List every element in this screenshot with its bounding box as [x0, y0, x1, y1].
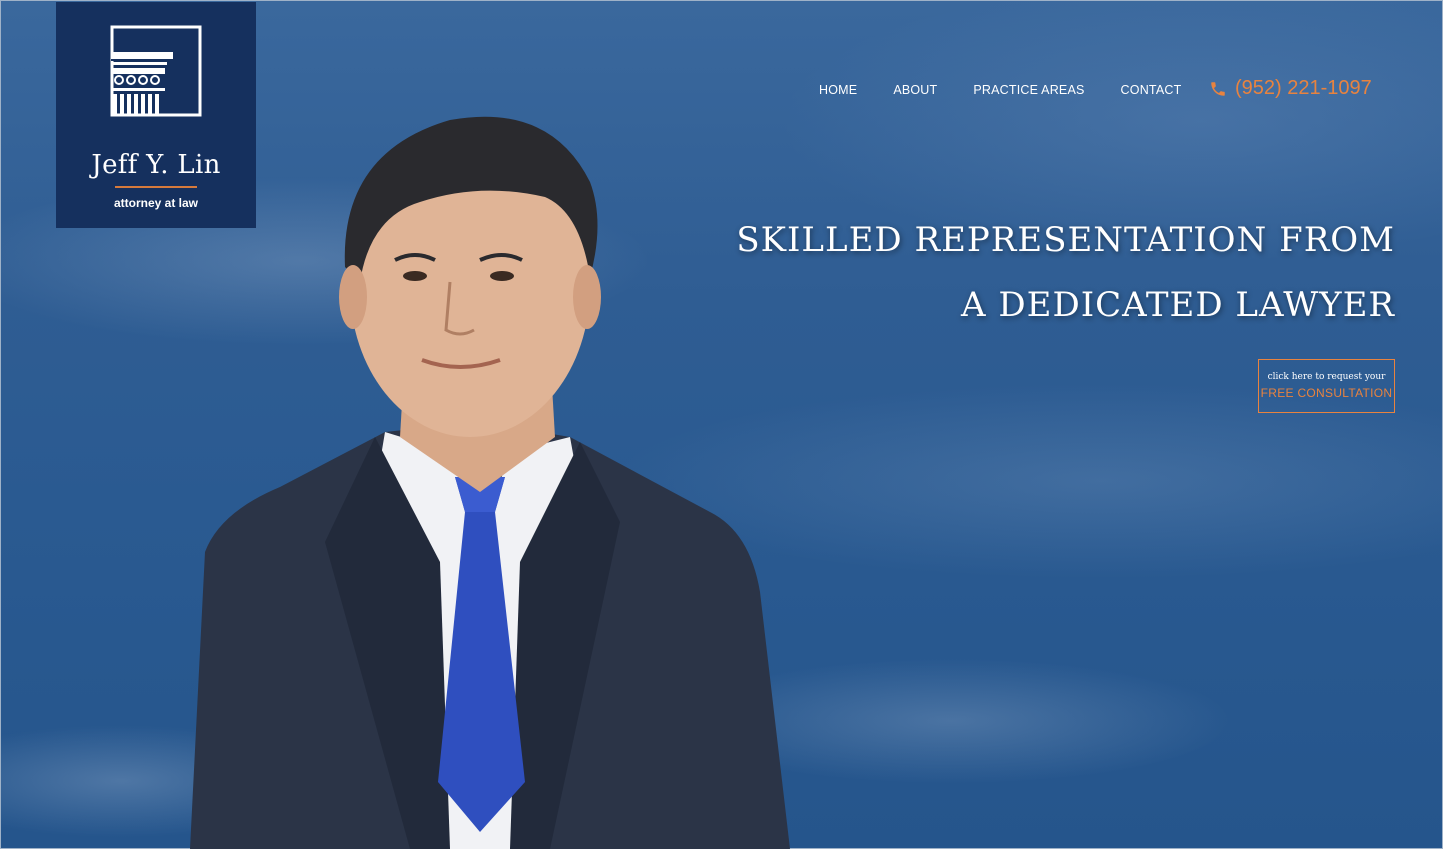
headline-line-2: A DEDICATED LAWYER [961, 285, 1395, 325]
phone-icon [1211, 81, 1225, 96]
brand-tagline: attorney at law [113, 196, 199, 210]
brand-logo-block[interactable]: Jeff Y. Lin attorney at law [56, 2, 256, 228]
cta-subtext: click here to request your [1267, 372, 1386, 382]
nav-about[interactable]: ABOUT [893, 83, 937, 97]
brand-divider [115, 186, 197, 188]
headline-line-1: SKILLED REPRESENTATION FROM [736, 220, 1395, 260]
phone-number: (952) 221-1097 [1235, 77, 1372, 99]
brand-name: Jeff Y. Lin [91, 150, 221, 180]
cta-label: FREE CONSULTATION [1260, 386, 1393, 400]
free-consultation-button[interactable]: click here to request your FREE CONSULTA… [1258, 359, 1395, 413]
column-icon [110, 25, 202, 117]
main-nav: HOME ABOUT PRACTICE AREAS CONTACT [819, 83, 1181, 97]
nav-home[interactable]: HOME [819, 83, 857, 97]
nav-contact[interactable]: CONTACT [1121, 83, 1182, 97]
phone-link[interactable]: (952) 221-1097 [1209, 77, 1372, 100]
hero-headline: SKILLED REPRESENTATION FROM A DEDICATED … [735, 208, 1395, 338]
nav-practice-areas[interactable]: PRACTICE AREAS [973, 83, 1084, 97]
